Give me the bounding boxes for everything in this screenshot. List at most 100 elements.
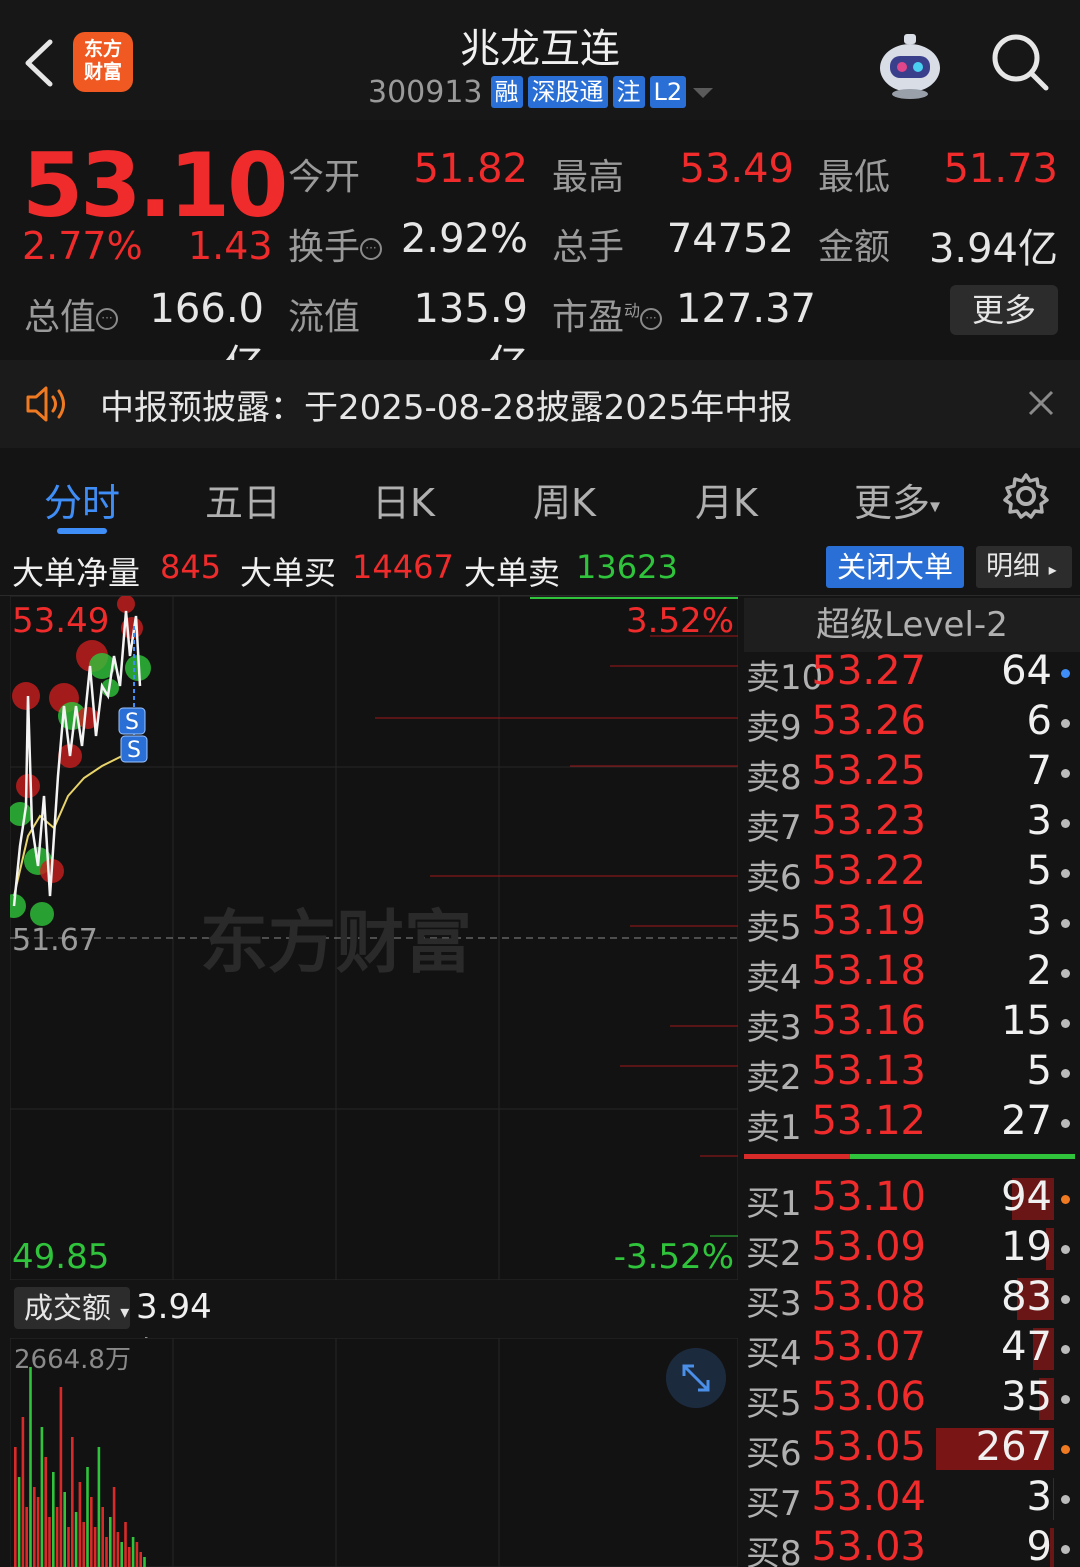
level-dot-icon[interactable] [1061, 1495, 1070, 1504]
ask-row[interactable]: 卖5 53.19 3 [744, 898, 1080, 948]
volume-bar [139, 1552, 142, 1567]
level-dot-icon[interactable] [1061, 1295, 1070, 1304]
volume-bar [135, 1542, 139, 1567]
expand-icon[interactable] [666, 1348, 726, 1408]
close-icon[interactable] [1028, 390, 1054, 416]
level-label: 买4 [746, 1334, 802, 1374]
tab-weekly-k[interactable]: 周K [533, 472, 596, 527]
volume-bar [44, 1457, 47, 1567]
volume-chart[interactable]: 2664.8万 [10, 1338, 738, 1567]
volume-bar [59, 1387, 63, 1567]
close-big-order-button[interactable]: 关闭大单 [826, 546, 964, 588]
sell-marker-label: S [125, 710, 139, 735]
level-label: 卖5 [746, 908, 802, 948]
notice-banner[interactable]: 中报预披露：于2025-08-28披露2025年中报 [0, 360, 1080, 448]
level-price: 53.04 [811, 1474, 926, 1520]
dropdown-caret-icon: ▾ [930, 493, 941, 518]
tag-connect: 深股通 [527, 76, 608, 108]
level-dot-icon[interactable] [1061, 1069, 1070, 1078]
chart-period-tabs: 分时 五日 日K 周K 月K 更多▾ [0, 450, 1080, 540]
float-label: 流值 [288, 297, 361, 338]
ask-row[interactable]: 卖7 53.23 3 [744, 798, 1080, 848]
level-dot-icon[interactable] [1061, 1395, 1070, 1404]
change-percent: 2.77% [22, 224, 143, 268]
turnover-label[interactable]: 换手 ··· [288, 218, 383, 270]
chart-max-pct: 3.52% [626, 601, 734, 641]
tab-five-day[interactable]: 五日 [205, 472, 281, 527]
quote-panel: 53.10 2.77% 1.43 今开 51.82 最高 53.49 最低 51… [0, 122, 1080, 388]
ask-row[interactable]: 卖6 53.22 5 [744, 848, 1080, 898]
low-value: 51.73 [943, 146, 1058, 192]
big-order-buy-label: 大单买 [240, 554, 337, 592]
big-order-bar: 大单净量 845 大单买 14467 大单卖 13623 关闭大单 明细 ▸ [0, 540, 1080, 596]
intraday-chart[interactable]: S S 东方财富 53.49 3.52% 51.67 49.85 -3.52% [10, 596, 738, 1280]
volume-value: 74752 [666, 216, 794, 262]
ask-row[interactable]: 卖4 53.18 2 [744, 948, 1080, 998]
tab-more-label: 更多 [854, 481, 931, 525]
ask-row[interactable]: 卖10 53.27 64 [744, 648, 1080, 698]
level-dot-icon[interactable] [1061, 1445, 1070, 1454]
robot-assistant-icon[interactable] [874, 30, 946, 100]
level-dot-icon[interactable] [1061, 1119, 1070, 1128]
level-dot-icon[interactable] [1061, 719, 1070, 728]
bid-row[interactable]: 买3 53.08 83 [744, 1274, 1080, 1324]
tab-monthly-k[interactable]: 月K [695, 472, 758, 527]
bid-row[interactable]: 买8 53.03 9 [744, 1524, 1080, 1567]
bid-row[interactable]: 买5 53.06 35 [744, 1374, 1080, 1424]
speaker-icon [26, 386, 65, 422]
chart-max-price: 53.49 [12, 601, 109, 641]
level-dot-icon[interactable] [1061, 869, 1070, 878]
detail-button[interactable]: 明细 ▸ [976, 546, 1072, 588]
tab-daily-k[interactable]: 日K [372, 472, 435, 527]
level-dot-icon[interactable] [1061, 919, 1070, 928]
settings-gear-icon[interactable] [1002, 472, 1050, 520]
level-dot-icon[interactable] [1061, 1019, 1070, 1028]
quote-more-button[interactable]: 更多 [950, 285, 1058, 335]
level-dot-icon[interactable] [1061, 969, 1070, 978]
last-price: 53.10 [22, 134, 288, 237]
stock-code-row[interactable]: 300913 融 深股通 注 L2 [368, 74, 715, 110]
tab-more[interactable]: 更多▾ [854, 472, 940, 527]
bid-row[interactable]: 买4 53.07 47 [744, 1324, 1080, 1374]
bid-row[interactable]: 买6 53.05 267 [744, 1424, 1080, 1474]
ask-row[interactable]: 卖2 53.13 5 [744, 1048, 1080, 1098]
search-icon[interactable] [990, 32, 1050, 92]
info-icon[interactable]: ··· [360, 238, 383, 260]
level-volume: 15 [1001, 998, 1052, 1044]
level-dot-icon[interactable] [1061, 669, 1070, 678]
info-icon[interactable]: ··· [640, 308, 663, 330]
level-label: 卖4 [746, 958, 802, 998]
info-icon[interactable]: ··· [96, 308, 119, 330]
level-dot-icon[interactable] [1061, 1245, 1070, 1254]
change-amount: 1.43 [188, 224, 273, 268]
level-dot-icon[interactable] [1061, 1545, 1070, 1554]
level-label: 卖6 [746, 858, 802, 898]
bid-row[interactable]: 买7 53.04 3 [744, 1474, 1080, 1524]
ask-row[interactable]: 卖3 53.16 15 [744, 998, 1080, 1048]
chevron-right-icon: ▸ [1048, 560, 1057, 579]
bid-row[interactable]: 买1 53.10 94 [744, 1174, 1080, 1224]
level-dot-icon[interactable] [1061, 819, 1070, 828]
ask-row[interactable]: 卖8 53.25 7 [744, 748, 1080, 798]
level-dot-icon[interactable] [1061, 769, 1070, 778]
chevron-down-icon[interactable] [691, 74, 715, 110]
volume-bar [116, 1532, 120, 1567]
level-dot-icon[interactable] [1061, 1195, 1070, 1204]
mktcap-label[interactable]: 总值 ··· [24, 288, 119, 340]
pe-label[interactable]: 市盈动 ··· [552, 288, 663, 340]
level-volume: 9 [1026, 1524, 1052, 1567]
chart-min-price: 49.85 [12, 1237, 109, 1277]
bid-row[interactable]: 买2 53.09 19 [744, 1224, 1080, 1274]
sell-marker-label: S [127, 738, 141, 763]
ask-row[interactable]: 卖9 53.26 6 [744, 698, 1080, 748]
level-dot-icon[interactable] [1061, 1345, 1070, 1354]
active-tab-indicator [57, 528, 107, 534]
tab-intraday[interactable]: 分时 [44, 472, 120, 527]
volume-bar [112, 1487, 116, 1567]
notice-text: 中报预披露：于2025-08-28披露2025年中报 [100, 388, 793, 428]
dropdown-caret-icon: ▾ [120, 1302, 130, 1323]
volume-indicator-select[interactable]: 成交额 ▾ [14, 1287, 130, 1329]
top-nav-bar: 东方 财富 兆龙互连 300913 融 深股通 注 L2 [0, 0, 1080, 120]
ask-row[interactable]: 卖1 53.12 27 [744, 1098, 1080, 1148]
volume-bar [74, 1512, 78, 1567]
